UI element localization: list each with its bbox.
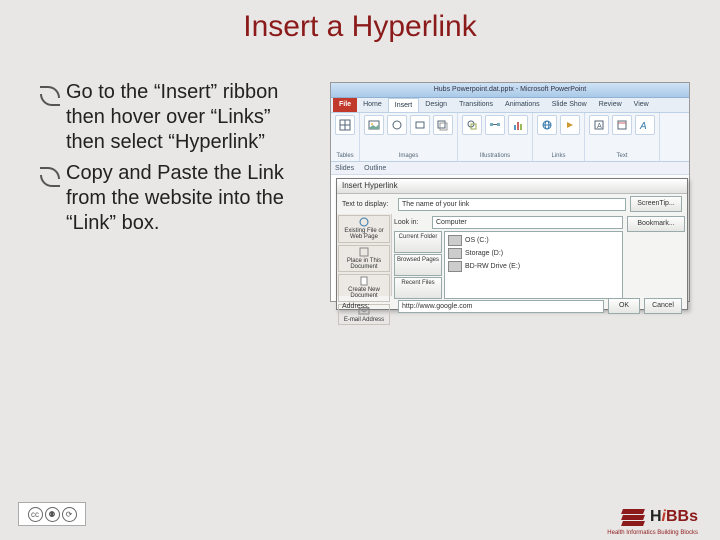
link-to-sidebar: Existing File or Web Page Place in This …	[337, 214, 392, 296]
group-label: Tables	[336, 153, 353, 159]
tab-file[interactable]: File	[333, 98, 357, 112]
album-icon[interactable]	[433, 115, 453, 135]
group-images: Images	[360, 113, 458, 161]
bullet-list: Go to the “Insert” ribbon then hover ove…	[40, 80, 310, 242]
tab-animations[interactable]: Animations	[499, 98, 546, 112]
clipart-icon[interactable]	[387, 115, 407, 135]
linkto-place[interactable]: Place in This Document	[338, 245, 390, 273]
group-label: Images	[399, 153, 419, 159]
drive-icon	[448, 235, 462, 246]
hyperlink-icon[interactable]	[537, 115, 557, 135]
linkto-existing[interactable]: Existing File or Web Page	[338, 215, 390, 243]
logo-text: HiBBs	[650, 508, 698, 526]
tab-view[interactable]: View	[628, 98, 655, 112]
group-label: Illustrations	[480, 153, 510, 159]
browse-pages[interactable]: Browsed Pages	[394, 254, 442, 276]
drive-item[interactable]: Storage (D:)	[448, 248, 619, 259]
cc-icon: cc	[28, 507, 43, 522]
drive-list[interactable]: OS (C:) Storage (D:) BD-RW Drive (E:)	[444, 231, 623, 299]
ribbon-content: Tables Images Illustrations L	[331, 113, 689, 162]
shapes-icon[interactable]	[462, 115, 482, 135]
tab-transitions[interactable]: Transitions	[453, 98, 499, 112]
group-text: A A Text	[585, 113, 660, 161]
tab-insert[interactable]: Insert	[388, 98, 420, 112]
text-to-display-input[interactable]: The name of your link	[398, 198, 626, 211]
drive-icon	[448, 248, 462, 259]
subtab-outline[interactable]: Outline	[364, 165, 386, 172]
bullet-item: Go to the “Insert” ribbon then hover ove…	[40, 80, 310, 155]
screenshot-icon[interactable]	[410, 115, 430, 135]
address-input[interactable]: http://www.google.com	[398, 300, 604, 313]
browse-recent[interactable]: Recent Files	[394, 277, 442, 299]
logo-tagline: Health Informatics Building Blocks	[607, 530, 698, 536]
subtab-slides[interactable]: Slides	[335, 165, 354, 172]
text-to-display-label: Text to display:	[342, 201, 394, 208]
ok-button[interactable]: OK	[608, 298, 640, 314]
drive-icon	[448, 261, 462, 272]
group-illustrations: Illustrations	[458, 113, 533, 161]
linkto-new[interactable]: Create New Document	[338, 274, 390, 302]
slides-pane-tabs: Slides Outline	[331, 162, 689, 175]
wordart-icon[interactable]: A	[635, 115, 655, 135]
chart-icon[interactable]	[508, 115, 528, 135]
textbox-icon[interactable]: A	[589, 115, 609, 135]
window-titlebar: Hubs Powerpoint.dat.pptx - Microsoft Pow…	[331, 83, 689, 98]
drive-item[interactable]: OS (C:)	[448, 235, 619, 246]
picture-icon[interactable]	[364, 115, 384, 135]
svg-text:A: A	[597, 123, 602, 130]
group-label: Text	[616, 153, 627, 159]
group-tables: Tables	[331, 113, 360, 161]
bullet-item: Copy and Paste the Link from the website…	[40, 161, 310, 236]
browse-current[interactable]: Current Folder	[394, 231, 442, 253]
person-icon: ⚉	[45, 507, 60, 522]
look-in-label: Look in:	[394, 219, 428, 226]
svg-text:A: A	[639, 121, 647, 131]
logo-glyph-icon	[622, 509, 644, 526]
cancel-button[interactable]: Cancel	[644, 298, 682, 314]
address-label: Address:	[342, 303, 394, 310]
tab-home[interactable]: Home	[357, 98, 388, 112]
hibbs-logo: HiBBs	[622, 508, 698, 526]
cc-badge: cc ⚉ ⟳	[18, 502, 86, 526]
table-icon[interactable]	[335, 115, 355, 135]
action-icon[interactable]	[560, 115, 580, 135]
tab-design[interactable]: Design	[419, 98, 453, 112]
drive-item[interactable]: BD-RW Drive (E:)	[448, 261, 619, 272]
tab-slideshow[interactable]: Slide Show	[546, 98, 593, 112]
look-in-select[interactable]: Computer	[432, 216, 623, 229]
smartart-icon[interactable]	[485, 115, 505, 135]
group-links: Links	[533, 113, 585, 161]
insert-hyperlink-dialog: Insert Hyperlink Text to display: The na…	[336, 178, 688, 310]
tab-review[interactable]: Review	[593, 98, 628, 112]
slide-title: Insert a Hyperlink	[0, 10, 720, 44]
header-footer-icon[interactable]	[612, 115, 632, 135]
screentip-button[interactable]: ScreenTip...	[630, 196, 682, 212]
share-icon: ⟳	[62, 507, 77, 522]
bookmark-button[interactable]: Bookmark...	[627, 216, 685, 232]
group-label: Links	[551, 153, 565, 159]
ribbon-tabs: File Home Insert Design Transitions Anim…	[331, 98, 689, 113]
dialog-title: Insert Hyperlink	[337, 179, 687, 194]
